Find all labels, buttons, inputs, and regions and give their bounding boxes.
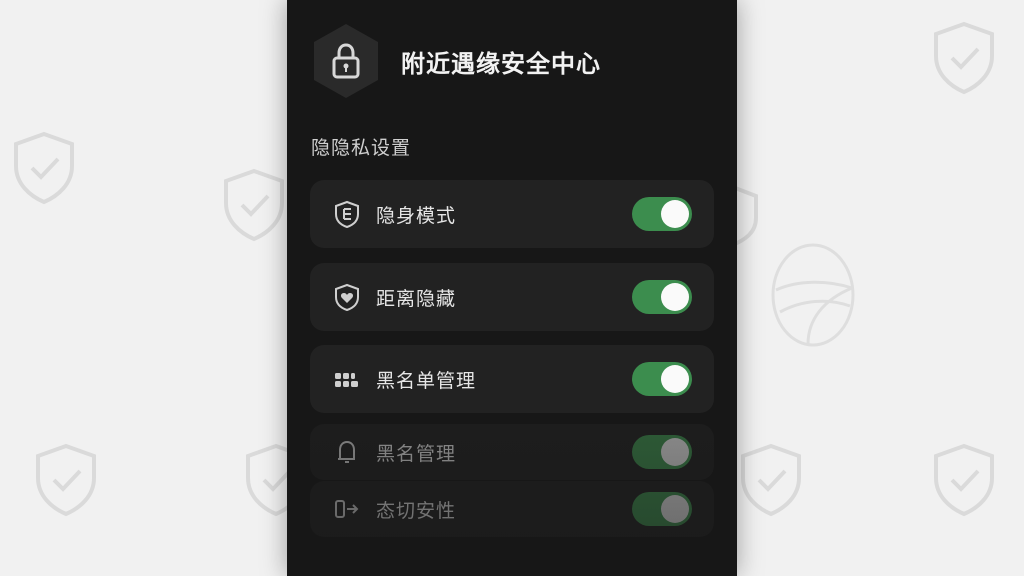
status-security-toggle[interactable]	[632, 492, 692, 526]
page-title: 附近遇缘安全中心	[401, 49, 601, 78]
block-management-toggle[interactable]	[632, 435, 692, 469]
bg-shield-icon	[30, 440, 102, 520]
bell-icon	[332, 437, 362, 467]
distance-hiding-toggle[interactable]	[632, 280, 692, 314]
setting-label: 黑名单管理	[376, 369, 477, 392]
setting-label: 距离隐藏	[376, 287, 457, 310]
bg-shield-icon	[218, 165, 290, 245]
setting-row-invisible-mode: 隐身模式	[310, 180, 714, 248]
bg-shield-icon	[928, 440, 1000, 520]
shield-heart-icon	[332, 282, 362, 312]
invisible-mode-toggle[interactable]	[632, 197, 692, 231]
bg-shield-icon	[735, 440, 807, 520]
toggle-knob	[661, 438, 689, 466]
setting-row-blacklist-management: 黑名单管理	[310, 345, 714, 413]
safety-center-panel: 附近遇缘安全中心 隐隐私设置 隐身模式 距离隐藏 黑名单管理 黑名管理 态切安性	[287, 0, 737, 576]
header: 附近遇缘安全中心	[311, 22, 601, 100]
setting-label: 黑名管理	[376, 442, 457, 465]
toggle-knob	[661, 365, 689, 393]
logout-icon	[332, 494, 362, 524]
setting-label: 隐身模式	[376, 204, 457, 227]
blacklist-management-toggle[interactable]	[632, 362, 692, 396]
lock-icon	[332, 43, 360, 79]
setting-row-status-security: 态切安性	[310, 481, 714, 537]
toggle-knob	[661, 495, 689, 523]
shield-e-icon	[332, 199, 362, 229]
toggle-knob	[661, 283, 689, 311]
setting-row-block-management: 黑名管理	[310, 424, 714, 480]
lock-badge	[311, 22, 381, 100]
blocks-icon	[332, 364, 362, 394]
setting-row-distance-hiding: 距离隐藏	[310, 263, 714, 331]
bg-shield-icon	[928, 18, 1000, 98]
bg-shield-icon	[8, 128, 80, 208]
section-label-privacy: 隐隐私设置	[311, 137, 412, 159]
bg-leaf-icon	[768, 240, 858, 350]
toggle-knob	[661, 200, 689, 228]
setting-label: 态切安性	[376, 499, 457, 522]
